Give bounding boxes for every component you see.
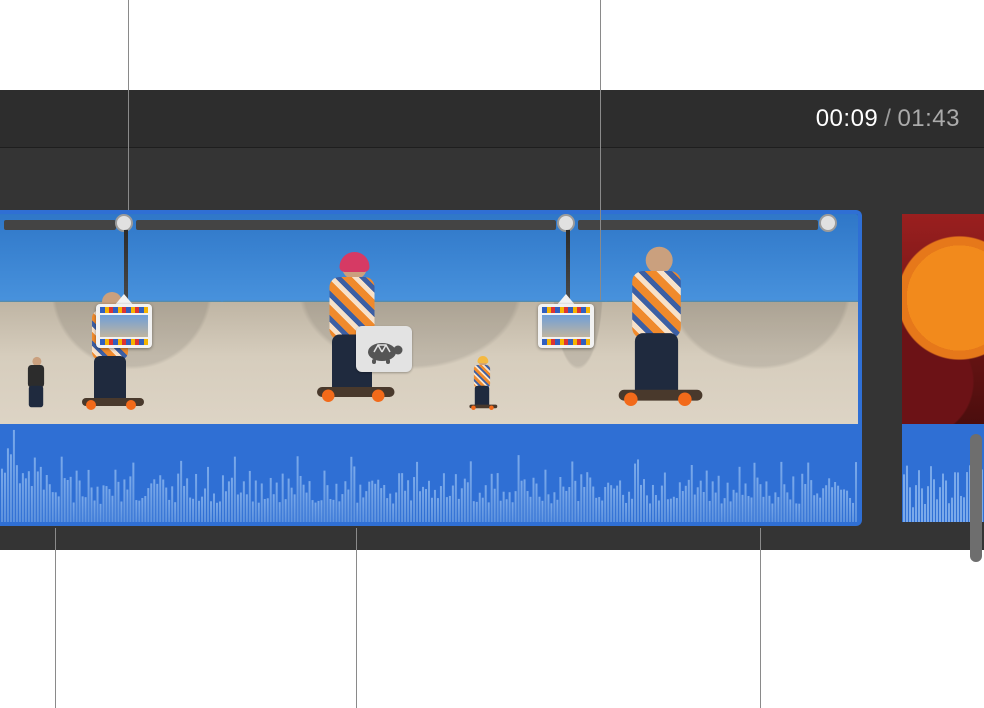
vertical-scrollbar[interactable] (970, 424, 982, 574)
callout-line (356, 528, 357, 708)
scrollbar-thumb[interactable] (970, 434, 982, 562)
callout-line (55, 528, 56, 708)
timecode-display: 00:09 / 01:43 (0, 90, 984, 148)
clip-video-track[interactable] (0, 210, 862, 428)
timecode-total: 01:43 (897, 105, 960, 133)
clip-thumbnail (606, 214, 862, 424)
range-marker[interactable] (538, 304, 594, 348)
audio-waveform (0, 424, 858, 522)
clip-thumbnail (902, 214, 984, 424)
timecode-current: 00:09 (816, 105, 879, 133)
filmstrip-icon (96, 304, 152, 348)
range-marker[interactable] (96, 304, 152, 348)
speed-badge-slow[interactable] (356, 326, 412, 372)
clip-audio-track[interactable] (0, 424, 862, 526)
speed-handle[interactable] (115, 214, 133, 232)
speed-handle[interactable] (557, 214, 575, 232)
timecode-separator: / (878, 105, 897, 133)
clip-selected[interactable] (0, 210, 870, 526)
filmstrip-icon (538, 304, 594, 348)
timeline[interactable] (0, 210, 984, 530)
turtle-icon (364, 332, 404, 366)
callout-line (600, 0, 601, 300)
video-editor-panel: 00:09 / 01:43 (0, 90, 984, 550)
clip-thumbnail (222, 214, 536, 424)
speed-handle[interactable] (819, 214, 837, 232)
callout-line (760, 528, 761, 708)
callout-line (128, 0, 129, 210)
